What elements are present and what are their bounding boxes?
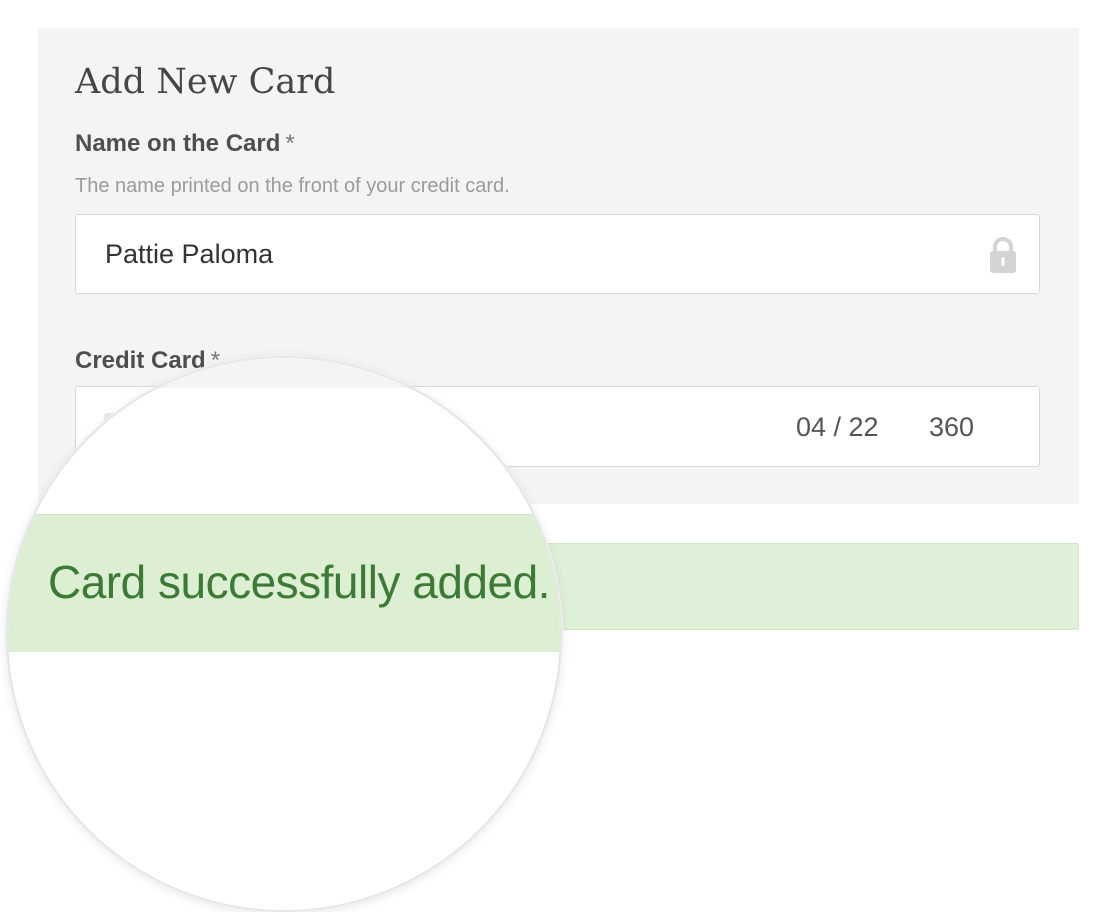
name-on-card-hint: The name printed on the front of your cr… xyxy=(75,175,510,197)
card-expiry-field[interactable]: 04 / 22 xyxy=(796,387,879,468)
magnifier-overlay: Card successfully added. xyxy=(6,356,562,912)
required-marker: * xyxy=(285,130,295,157)
success-message: Card successfully added. xyxy=(48,556,550,608)
card-cvc-field[interactable]: 360 xyxy=(929,387,974,468)
page-title: Add New Card xyxy=(75,62,336,102)
lock-icon xyxy=(990,237,1016,273)
name-on-card-label-text: Name on the Card xyxy=(75,130,281,157)
magnified-card-input xyxy=(8,388,560,455)
name-on-card-label: Name on the Card * xyxy=(75,129,295,159)
name-on-card-input[interactable] xyxy=(75,214,1040,294)
